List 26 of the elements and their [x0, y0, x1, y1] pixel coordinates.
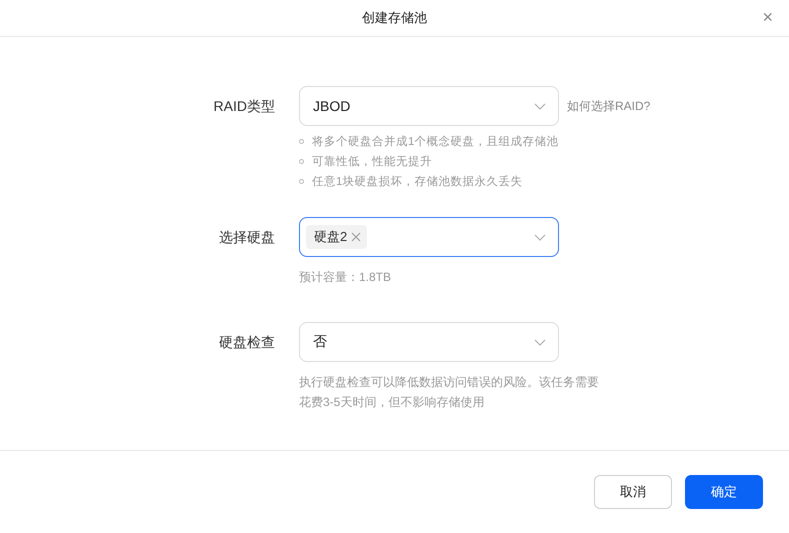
hint-text: 任意1块硬盘损坏，存储池数据永久丢失: [312, 174, 522, 189]
chevron-down-icon: [534, 102, 546, 110]
disk-tag: 硬盘2: [306, 225, 368, 249]
remove-icon[interactable]: [351, 232, 362, 242]
chevron-down-icon: [534, 338, 546, 346]
help-link[interactable]: 如何选择RAID?: [567, 86, 789, 126]
hint-text: 可靠性低，性能无提升: [312, 154, 432, 169]
confirm-button[interactable]: 确定: [685, 475, 763, 509]
dialog-title: 创建存储池: [362, 9, 427, 27]
field-note: 预计容量：1.8TB: [299, 269, 392, 286]
select-value: 否: [313, 333, 327, 351]
bullet-icon: [299, 159, 304, 164]
hint-text: 将多个硬盘合并成1个概念硬盘，且组成存储池: [312, 134, 558, 149]
field-label: RAID类型: [214, 97, 275, 116]
field-label: 选择硬盘: [219, 228, 275, 247]
field-label: 硬盘检查: [219, 333, 275, 352]
bullet-icon: [299, 179, 304, 184]
field-note: 执行硬盘检查可以降低数据访问错误的风险。该任务需要花费3-5天时间，但不影响存储使用: [299, 374, 599, 411]
select-value: JBOD: [313, 98, 350, 114]
close-button[interactable]: ×: [762, 8, 773, 26]
chevron-down-icon: [534, 234, 546, 240]
select-field[interactable]: JBOD: [299, 86, 559, 126]
cancel-button[interactable]: 取消: [594, 475, 672, 509]
select-field[interactable]: 硬盘2: [299, 217, 559, 257]
bullet-icon: [299, 139, 304, 144]
select-field[interactable]: 否: [299, 322, 559, 362]
